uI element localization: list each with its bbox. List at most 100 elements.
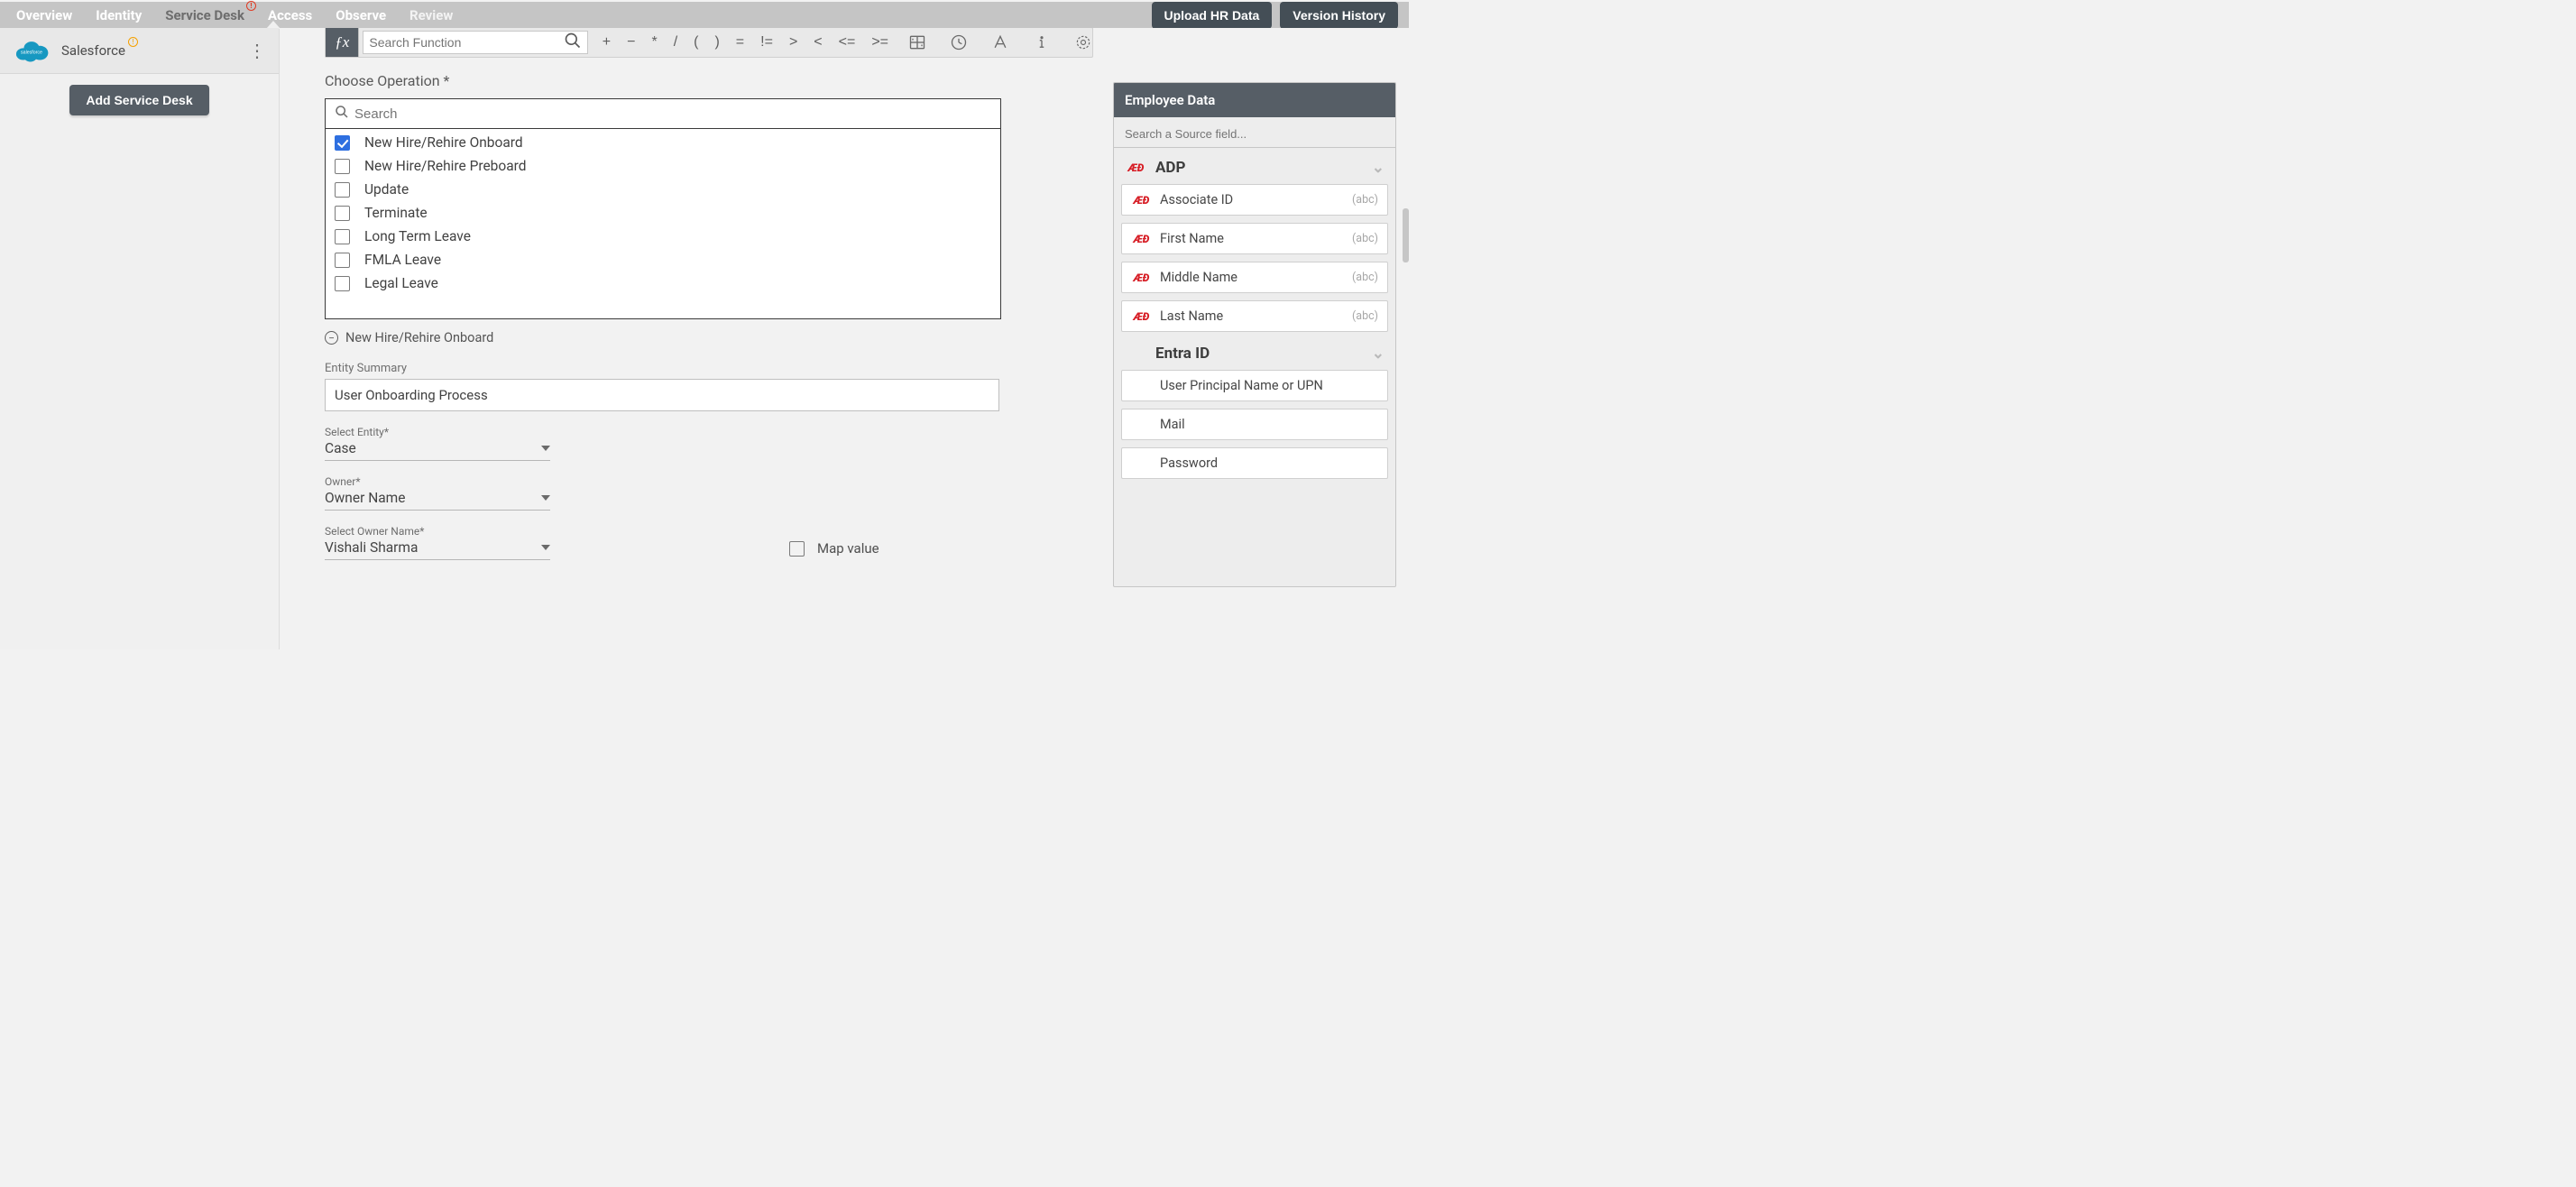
field-label: Middle Name [1160,270,1237,285]
source-field[interactable]: ÆÐMiddle Name(abc) [1121,262,1388,293]
adp-logo-icon: ÆÐ [1133,310,1149,323]
operator-button[interactable]: != [760,34,773,51]
function-search[interactable] [363,31,587,54]
source-section-adp[interactable]: ÆÐ ADP ⌄ [1121,153,1388,184]
employee-data-search[interactable] [1114,117,1395,148]
operator-button[interactable]: / [674,34,677,51]
operator-button[interactable]: >= [871,34,888,51]
tab-overview[interactable]: Overview [16,7,72,23]
sidebar: salesforce Salesforce ⋮ Add Service Desk [0,28,280,649]
upload-hr-data-button[interactable]: Upload HR Data [1152,2,1273,29]
chevron-down-icon: ⌄ [1372,345,1385,363]
settings-icon[interactable] [1074,33,1092,51]
source-field[interactable]: ÆÐ First Name (abc) [1121,223,1388,254]
operation-option-label: FMLA Leave [364,252,441,268]
sidebar-item-salesforce[interactable]: salesforce Salesforce ⋮ [0,28,279,74]
version-history-button[interactable]: Version History [1280,2,1398,29]
operator-button[interactable]: > [789,34,797,51]
warn-badge-icon [246,1,256,11]
warn-badge-icon [128,37,138,47]
select-select-owner-name[interactable]: Vishali Sharma [325,538,550,560]
source-field[interactable]: User Principal Name or UPN [1121,370,1388,401]
map-value-toggle[interactable]: Map value [789,540,1093,557]
source-field[interactable]: Password [1121,447,1388,479]
choose-operation-label: Choose Operation * [325,72,1093,89]
svg-text:salesforce: salesforce [21,50,42,55]
employee-data-search-input[interactable] [1125,127,1385,141]
operation-option[interactable]: New Hire/Rehire Onboard [326,131,1000,154]
operator-button[interactable]: − [627,34,635,51]
map-value-checkbox[interactable] [789,541,805,557]
adp-logo-icon: ÆÐ [1133,233,1149,245]
checkbox[interactable] [335,276,350,291]
scrollbar-thumb[interactable] [1403,208,1409,262]
operation-search-input[interactable] [354,106,991,122]
chevron-down-icon [541,495,550,501]
field-label: Last Name [1160,308,1223,324]
operator-button[interactable]: <= [839,34,856,51]
field-label: Password [1160,455,1218,471]
adp-logo-icon: ÆÐ [1133,271,1149,284]
checkbox[interactable] [335,182,350,198]
select-select-entity[interactable]: Case [325,438,550,461]
sidebar-item-label: Salesforce [61,42,125,59]
table-icon[interactable] [908,33,926,51]
field-type-hint: (abc) [1352,193,1378,207]
operator-button[interactable]: < [814,34,822,51]
search-icon [335,105,349,123]
formula-bar: ƒx +−* / () = != > < <= >= [325,28,1093,58]
function-search-input[interactable] [369,35,563,50]
search-icon[interactable] [564,32,582,54]
field-label: User Principal Name or UPN [1160,378,1323,393]
operation-picker: New Hire/Rehire OnboardNew Hire/Rehire P… [325,98,1001,319]
operator-button[interactable]: * [651,34,657,51]
more-menu-icon[interactable]: ⋮ [248,41,266,60]
tab-review: Review [409,7,453,23]
chip-label: New Hire/Rehire Onboard [345,330,493,345]
checkbox[interactable] [335,253,350,268]
chevron-down-icon: ⌄ [1372,159,1385,177]
field-type-hint: (abc) [1352,309,1378,323]
tab-observe[interactable]: Observe [336,7,386,23]
info-icon[interactable] [1033,33,1051,51]
chevron-down-icon [541,446,550,451]
clock-icon[interactable] [950,33,968,51]
remove-chip-icon[interactable]: − [325,331,338,345]
operator-button[interactable]: + [603,34,611,51]
operation-option[interactable]: FMLA Leave [326,248,1000,271]
operation-option[interactable]: Terminate [326,201,1000,225]
source-name: ADP [1155,159,1185,177]
entity-summary-label: Entity Summary [325,362,1093,375]
select-value: Vishali Sharma [325,539,418,556]
tab-service-desk[interactable]: Service Desk [165,7,244,23]
tab-identity[interactable]: Identity [96,7,142,23]
operation-option[interactable]: New Hire/Rehire Preboard [326,154,1000,178]
entity-summary-field[interactable]: User Onboarding Process [325,379,999,411]
source-field[interactable]: ÆÐAssociate ID(abc) [1121,184,1388,216]
source-section-entra-id[interactable]: Entra ID ⌄ [1121,339,1388,370]
field-label: Associate ID [1160,192,1233,207]
operation-search[interactable] [326,99,1000,129]
operation-option[interactable]: Update [326,178,1000,201]
operator-button[interactable]: ( [694,34,698,51]
select-label: Select Owner Name* [325,525,1093,538]
operator-button[interactable]: = [736,34,744,51]
source-field[interactable]: ÆÐ Last Name (abc) [1121,300,1388,332]
text-icon[interactable] [991,33,1009,51]
checkbox[interactable] [335,135,350,151]
operation-option[interactable]: Legal Leave [326,271,1000,295]
operation-option[interactable]: Long Term Leave [326,225,1000,248]
field-type-hint: (abc) [1352,232,1378,245]
selected-operation-chip: − New Hire/Rehire Onboard [325,330,1093,345]
fx-icon[interactable]: ƒx [326,28,359,57]
field-label: First Name [1160,231,1224,246]
select-owner[interactable]: Owner Name [325,488,550,511]
source-name: Entra ID [1155,345,1210,363]
adp-logo-icon: ÆÐ [1127,161,1144,174]
source-field[interactable]: Mail [1121,409,1388,440]
operator-button[interactable]: ) [714,34,719,51]
checkbox[interactable] [335,159,350,174]
checkbox[interactable] [335,229,350,244]
add-service-desk-button[interactable]: Add Service Desk [69,85,208,115]
checkbox[interactable] [335,206,350,221]
